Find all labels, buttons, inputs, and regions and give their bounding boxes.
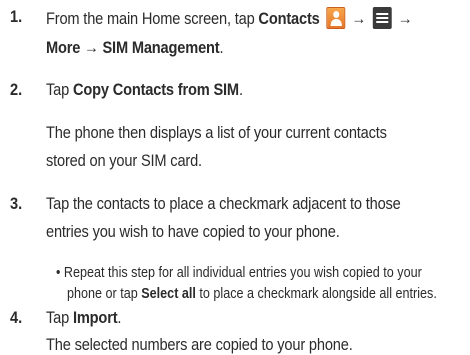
step-4-text: Tap [46,308,73,327]
step-1-line-2: More → SIM Management. [46,38,224,58]
step-1-line-1: From the main Home screen, tap Contacts … [46,7,412,29]
step-2-para-line-2: stored on your SIM card. [46,151,202,170]
step-1-period: . [219,38,224,57]
step-3-bullet-line-1: • Repeat this step for all individual en… [56,264,422,282]
instruction-document: 1. From the main Home screen, tap Contac… [0,0,470,354]
bullet-text-2-pre: phone or tap [67,285,142,302]
step-2-period: . [238,80,243,99]
bullet-text-2-post: to place a checkmark alongside all entri… [195,285,437,302]
step-1-contacts-label: Contacts [258,9,320,28]
bullet-text-1: Repeat this step for all individual entr… [63,264,422,281]
step-2-line-1: Tap Copy Contacts from SIM. [46,80,243,100]
step-2-copy-contacts-label: Copy Contacts from SIM [72,80,239,99]
step-4-para-line-1: The selected numbers are copied to your … [46,335,353,354]
step-3-line-2: entries you wish to have copied to your … [46,222,340,241]
select-all-label: Select all [141,285,196,302]
step-3-line-1: Tap the contacts to place a checkmark ad… [46,194,401,213]
step-4-line-1: Tap Import. [46,308,121,328]
step-3-number: 3. [10,194,23,213]
step-3-bullet-line-2: phone or tap Select all to place a check… [67,285,437,303]
step-1-arrow-2: → [397,9,413,28]
step-2-text: Tap [46,80,73,99]
step-4-period: . [117,308,122,327]
step-1-arrow-1: → [351,9,366,28]
step-2-number: 2. [10,80,23,99]
bullet-marker: • [56,264,61,281]
step-4-number: 4. [10,308,23,327]
step-1-menu-path: More → SIM Management [46,38,220,57]
contacts-icon [326,7,346,29]
step-1-number: 1. [10,7,23,26]
import-label: Import [72,308,118,327]
step-1-text: From the main Home screen, tap [46,9,259,28]
step-2-para-line-1: The phone then displays a list of your c… [46,123,387,142]
menu-icon [372,7,392,29]
